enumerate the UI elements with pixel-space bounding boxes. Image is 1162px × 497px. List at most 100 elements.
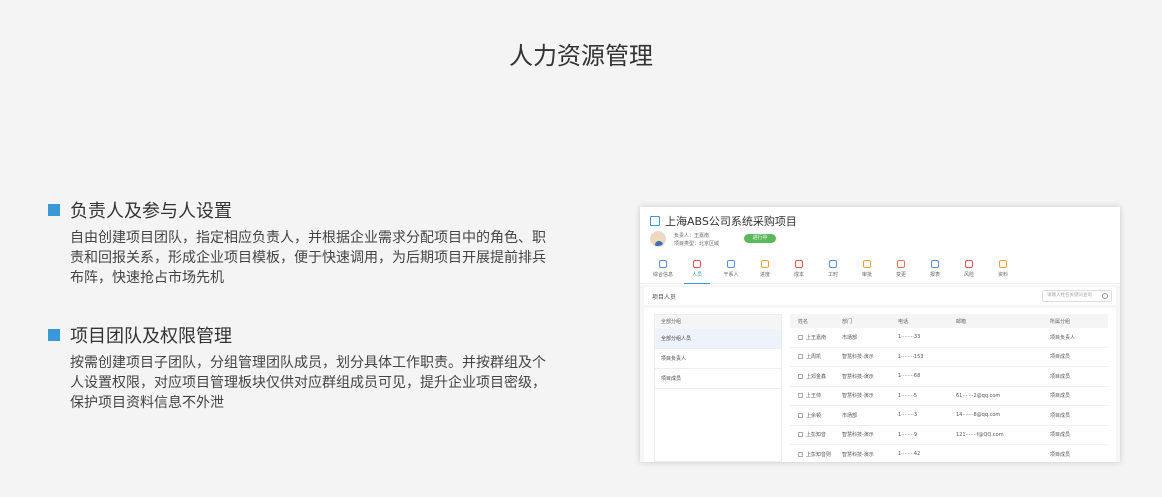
desc-line: 责和回报关系，形成企业项目模板，便于快速调用，为后期项目开展提前排兵 [70, 250, 546, 266]
project-type-label: 项目类型：北京区域 [674, 241, 720, 247]
table-row[interactable]: 上余顿 市场部 1········3 14·······8@qq.com 项目成员 [790, 406, 1108, 426]
tab-label: 审批 [861, 272, 872, 278]
status-badge: 进行中 [744, 234, 776, 243]
owner-label: 负责人：王嘉南 [674, 233, 710, 239]
tab-label: 变更 [895, 272, 906, 278]
tab-10[interactable]: 资料 [986, 257, 1020, 283]
group-list: 全部分组 全部分组人员 项目负责人 项目成员 [654, 314, 782, 462]
tab-4[interactable]: 成本 [782, 257, 816, 283]
row-checkbox[interactable] [798, 334, 803, 340]
name-cell: 上王嘉南 [790, 334, 842, 341]
name-text: 上周凯 [806, 354, 822, 361]
page-title: 人力资源管理 [509, 42, 653, 70]
name-text: 上彭知音则 [806, 451, 832, 458]
tab-label: 综合信息 [652, 272, 673, 278]
project-header: 上海ABS公司系统采购项目 负责人：王嘉南 项目类型：北京区域 进行中 [640, 207, 1120, 257]
name-text: 上彭知音 [806, 432, 827, 439]
members-panel: 全部分组 全部分组人员 项目负责人 项目成员 姓名 部门 电话 邮箱 所属分组 上王嘉南市… [644, 308, 1116, 462]
search-icon[interactable] [1102, 293, 1108, 299]
table-cell: 1········5 [898, 392, 918, 399]
tab-label: 成本 [793, 272, 804, 278]
desc-line: 保护项目资料信息不外泄 [70, 395, 224, 411]
table-row[interactable]: 上周凯 智慧科技-演示 1········153 项目成员 [790, 348, 1108, 367]
row-checkbox[interactable] [798, 451, 803, 457]
row-checkbox[interactable] [798, 412, 803, 418]
column-header: 所属分组 [1050, 318, 1071, 325]
table-cell: 1········9 [898, 431, 918, 438]
feature-title: 项目团队及权限管理 [70, 326, 232, 347]
app-screenshot: 上海ABS公司系统采购项目 负责人：王嘉南 项目类型：北京区域 进行中 综合信息… [640, 207, 1120, 462]
table-row[interactable]: 上彭知音 智慧科技-演示 1········9 121·······f@QQ.com 项… [790, 426, 1108, 445]
row-checkbox[interactable] [798, 393, 803, 399]
table-row[interactable]: 上邓金鑫 智慧科技-演示 1········68 项目成员 [790, 367, 1108, 387]
name-text: 上邓金鑫 [806, 373, 827, 380]
project-title: 上海ABS公司系统采购项目 [665, 215, 797, 228]
group-item-all[interactable]: 全部分组人员 [655, 329, 781, 349]
table-cell: 1········3 [898, 412, 918, 419]
tab-icon [761, 260, 769, 268]
table-cell: 智慧科技-演示 [842, 354, 874, 361]
table-cell: 项目成员 [1050, 354, 1071, 361]
tab-9[interactable]: 风险 [952, 257, 986, 283]
group-item-members[interactable]: 项目成员 [655, 369, 781, 389]
group-item-leader[interactable]: 项目负责人 [655, 349, 781, 369]
tab-6[interactable]: 审批 [850, 257, 884, 283]
tab-icon [727, 260, 735, 268]
search-placeholder: 请输入姓名关键词查询 [1047, 293, 1092, 298]
tab-icon [795, 260, 803, 268]
avatar [650, 231, 666, 247]
row-checkbox[interactable] [798, 432, 803, 438]
tab-3[interactable]: 进度 [748, 257, 782, 283]
table-cell: 1········68 [898, 373, 921, 380]
name-cell: 上邓金鑫 [790, 373, 842, 380]
table-cell: 61·······2@qq.com [956, 392, 1001, 399]
tab-icon [863, 260, 871, 268]
table-header-row: 姓名 部门 电话 邮箱 所属分组 [790, 314, 1108, 328]
table-cell: 项目成员 [1050, 451, 1071, 458]
desc-line: 自由创建项目团队，指定相应负责人，并根据企业需求分配项目中的角色、职 [70, 230, 546, 246]
column-header: 姓名 [798, 318, 809, 325]
tab-label: 风险 [963, 272, 974, 278]
table-row[interactable]: 上王嘉南 市场部 1········33 项目负责人 [790, 328, 1108, 348]
tab-5[interactable]: 工时 [816, 257, 850, 283]
table-cell: 项目成员 [1050, 432, 1071, 439]
feature-description: 自由创建项目团队，指定相应负责人，并根据企业需求分配项目中的角色、职 责和回报关… [70, 228, 596, 288]
tab-label: 进度 [759, 272, 770, 278]
name-cell: 上彭知音 [790, 431, 842, 438]
table-cell: 14·······8@qq.com [956, 412, 1001, 419]
tab-icon [999, 260, 1007, 268]
tab-1[interactable]: 人员 [680, 257, 714, 284]
row-checkbox[interactable] [798, 373, 803, 379]
column-header: 邮箱 [956, 318, 967, 325]
table-row[interactable]: 上彭知音则 智慧科技-演示 1········42 项目成员 [790, 445, 1108, 462]
tab-label: 报表 [929, 272, 940, 278]
table-cell: 项目负责人 [1050, 334, 1076, 341]
table-cell: 智慧科技-演示 [842, 432, 874, 439]
row-checkbox[interactable] [798, 354, 803, 360]
feature-description: 按需创建项目子团队，分组管理团队成员，划分具体工作职责。并按群组及个 人设置权限… [70, 353, 596, 413]
name-text: 上余顿 [806, 412, 822, 419]
tab-label: 人员 [691, 272, 702, 278]
members-table: 姓名 部门 电话 邮箱 所属分组 上王嘉南 市场部 1········33 项目负责人 上周凯 智慧… [790, 314, 1108, 462]
column-header: 部门 [842, 318, 853, 325]
table-row[interactable]: 上王帅 智慧科技-演示 1········5 61·······2@qq.com 项目成… [790, 387, 1108, 406]
tab-label: 工时 [827, 272, 838, 278]
table-cell: 项目成员 [1050, 412, 1071, 419]
name-cell: 上彭知音则 [790, 451, 842, 458]
tab-icon [965, 260, 973, 268]
table-cell: 智慧科技-演示 [842, 393, 874, 400]
tab-7[interactable]: 变更 [884, 257, 918, 283]
tab-2[interactable]: 干系人 [714, 257, 748, 283]
name-cell: 上周凯 [790, 353, 842, 360]
table-cell: 智慧科技-演示 [842, 373, 874, 380]
feature-owner-setup: 负责人及参与人设置 自由创建项目团队，指定相应负责人，并根据企业需求分配项目中的… [48, 198, 596, 288]
table-cell: 智慧科技-演示 [842, 451, 874, 458]
table-cell: 项目成员 [1050, 393, 1071, 400]
table-cell: 1········42 [898, 451, 921, 458]
tab-0[interactable]: 综合信息 [646, 257, 680, 283]
tab-8[interactable]: 报表 [918, 257, 952, 283]
project-tabs: 综合信息 人员 干系人 进度 成本 工时 审批 变更 报表 风险 资料 [640, 257, 1120, 284]
bullet-square-icon [48, 204, 60, 216]
table-cell: 121·······f@QQ.com [956, 431, 1004, 438]
search-input[interactable]: 请输入姓名关键词查询 [1042, 290, 1112, 302]
